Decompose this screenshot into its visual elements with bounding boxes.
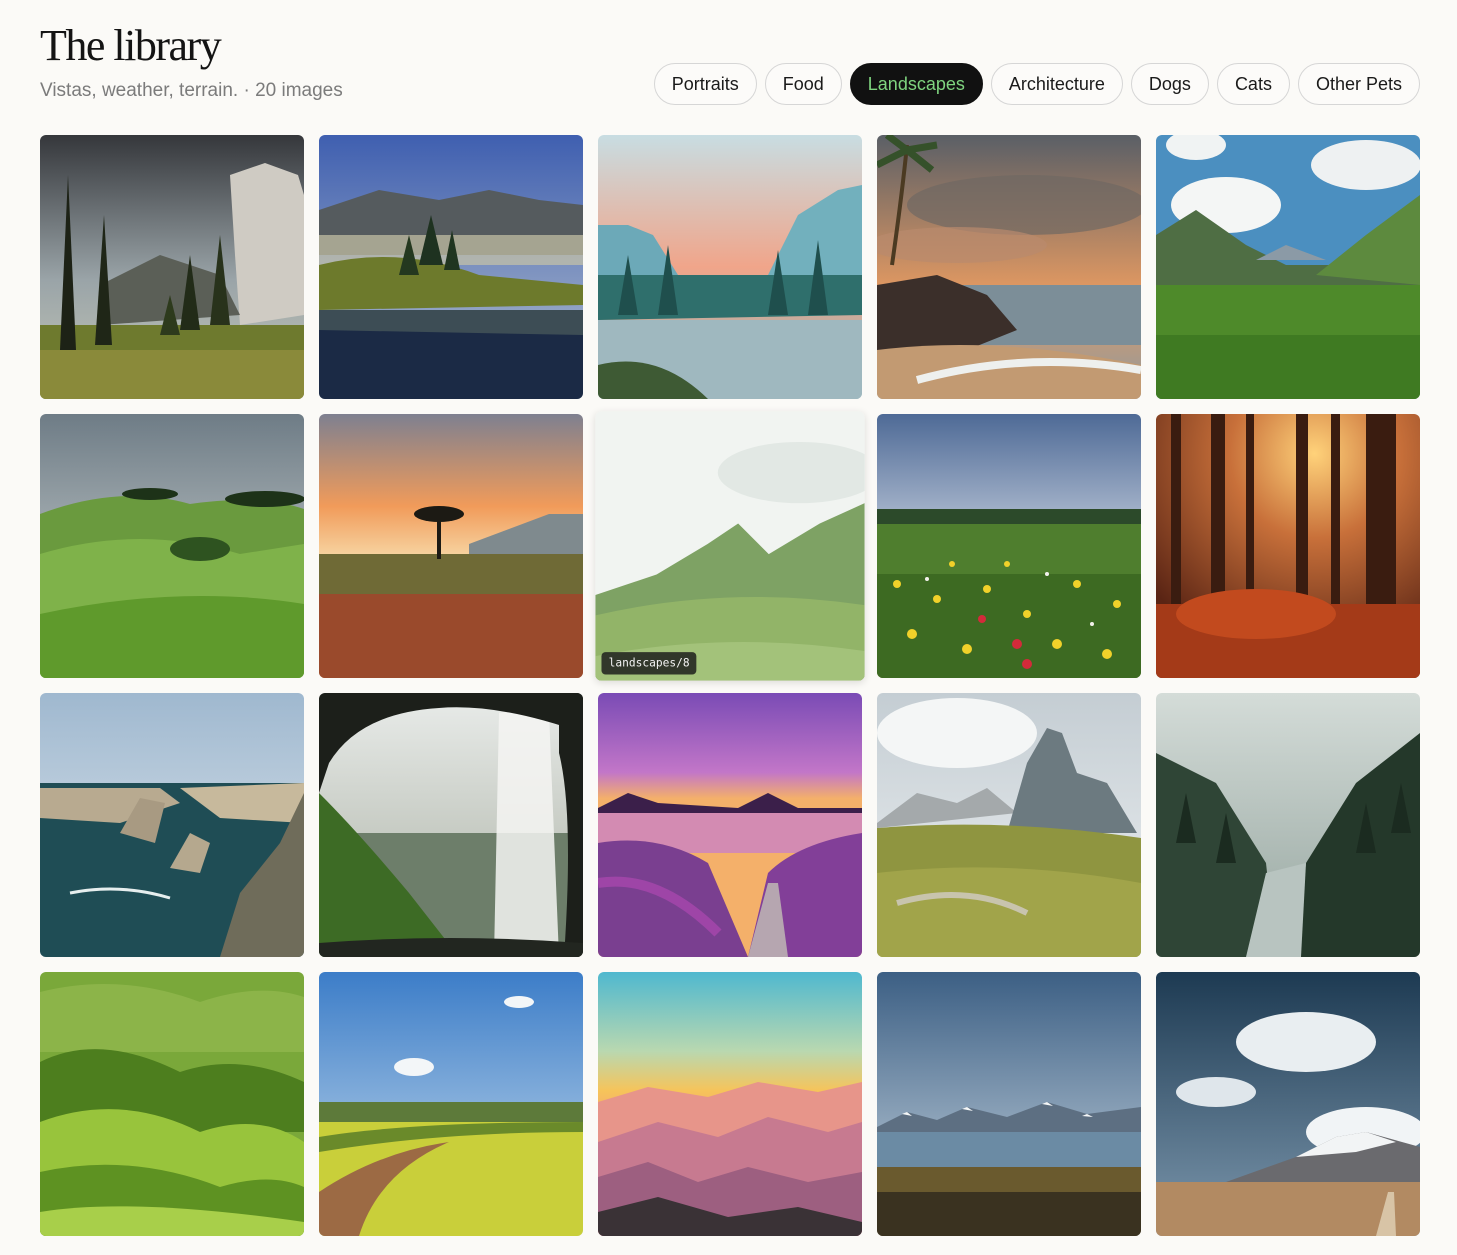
landscape-image-tile[interactable] — [40, 414, 304, 678]
filter-chip-food[interactable]: Food — [764, 63, 842, 105]
landscape-image-tile[interactable] — [877, 414, 1141, 678]
landscape-image-tile[interactable] — [40, 972, 304, 1236]
image-path-tooltip: landscapes/8 — [601, 652, 697, 675]
landscape-image-tile[interactable] — [319, 414, 583, 678]
landscape-image — [1156, 135, 1420, 399]
landscape-image — [1156, 972, 1420, 1236]
landscape-image — [877, 972, 1141, 1236]
landscape-image — [319, 135, 583, 399]
landscape-image — [1156, 693, 1420, 957]
landscape-image — [877, 414, 1141, 678]
landscape-image — [319, 414, 583, 678]
landscape-image-tile[interactable] — [1156, 414, 1420, 678]
landscape-image — [598, 135, 862, 399]
landscape-image-tile[interactable] — [598, 135, 862, 399]
landscape-image-tile[interactable] — [319, 135, 583, 399]
landscape-image — [40, 972, 304, 1236]
filter-chip-landscapes[interactable]: Landscapes — [849, 63, 983, 105]
page-title: The library — [40, 21, 222, 70]
landscape-image-tile[interactable] — [877, 135, 1141, 399]
landscape-image-tile[interactable] — [877, 693, 1141, 957]
landscape-image — [877, 135, 1141, 399]
filter-chip-cats[interactable]: Cats — [1216, 63, 1290, 105]
landscape-image — [1156, 414, 1420, 678]
filter-chip-dogs[interactable]: Dogs — [1130, 63, 1209, 105]
filter-chip-architecture[interactable]: Architecture — [990, 63, 1123, 105]
page-subtitle: Vistas, weather, terrain. · 20 images — [40, 80, 343, 101]
library-page: The library Vistas, weather, terrain. · … — [0, 0, 1457, 1255]
landscape-image-tile[interactable] — [877, 972, 1141, 1236]
landscape-image — [319, 693, 583, 957]
landscape-image-tile[interactable] — [40, 693, 304, 957]
landscape-image — [877, 693, 1141, 957]
landscape-image-tile[interactable] — [1156, 972, 1420, 1236]
image-grid: landscapes/8 — [40, 135, 1420, 1236]
landscape-image-tile[interactable] — [598, 972, 862, 1236]
landscape-image — [595, 411, 865, 681]
landscape-image-tile[interactable] — [598, 693, 862, 957]
landscape-image-tile[interactable]: landscapes/8 — [595, 411, 865, 681]
category-filter-bar: Portraits Food Landscapes Architecture D… — [653, 63, 1420, 105]
landscape-image-tile[interactable] — [1156, 135, 1420, 399]
landscape-image-tile[interactable] — [1156, 693, 1420, 957]
landscape-image — [319, 972, 583, 1236]
landscape-image-tile[interactable] — [319, 693, 583, 957]
landscape-image — [598, 972, 862, 1236]
landscape-image — [40, 414, 304, 678]
filter-chip-portraits[interactable]: Portraits — [653, 63, 757, 105]
filter-chip-other-pets[interactable]: Other Pets — [1297, 63, 1420, 105]
landscape-image — [40, 135, 304, 399]
landscape-image-tile[interactable] — [319, 972, 583, 1236]
landscape-image — [598, 693, 862, 957]
landscape-image — [40, 693, 304, 957]
landscape-image-tile[interactable] — [40, 135, 304, 399]
